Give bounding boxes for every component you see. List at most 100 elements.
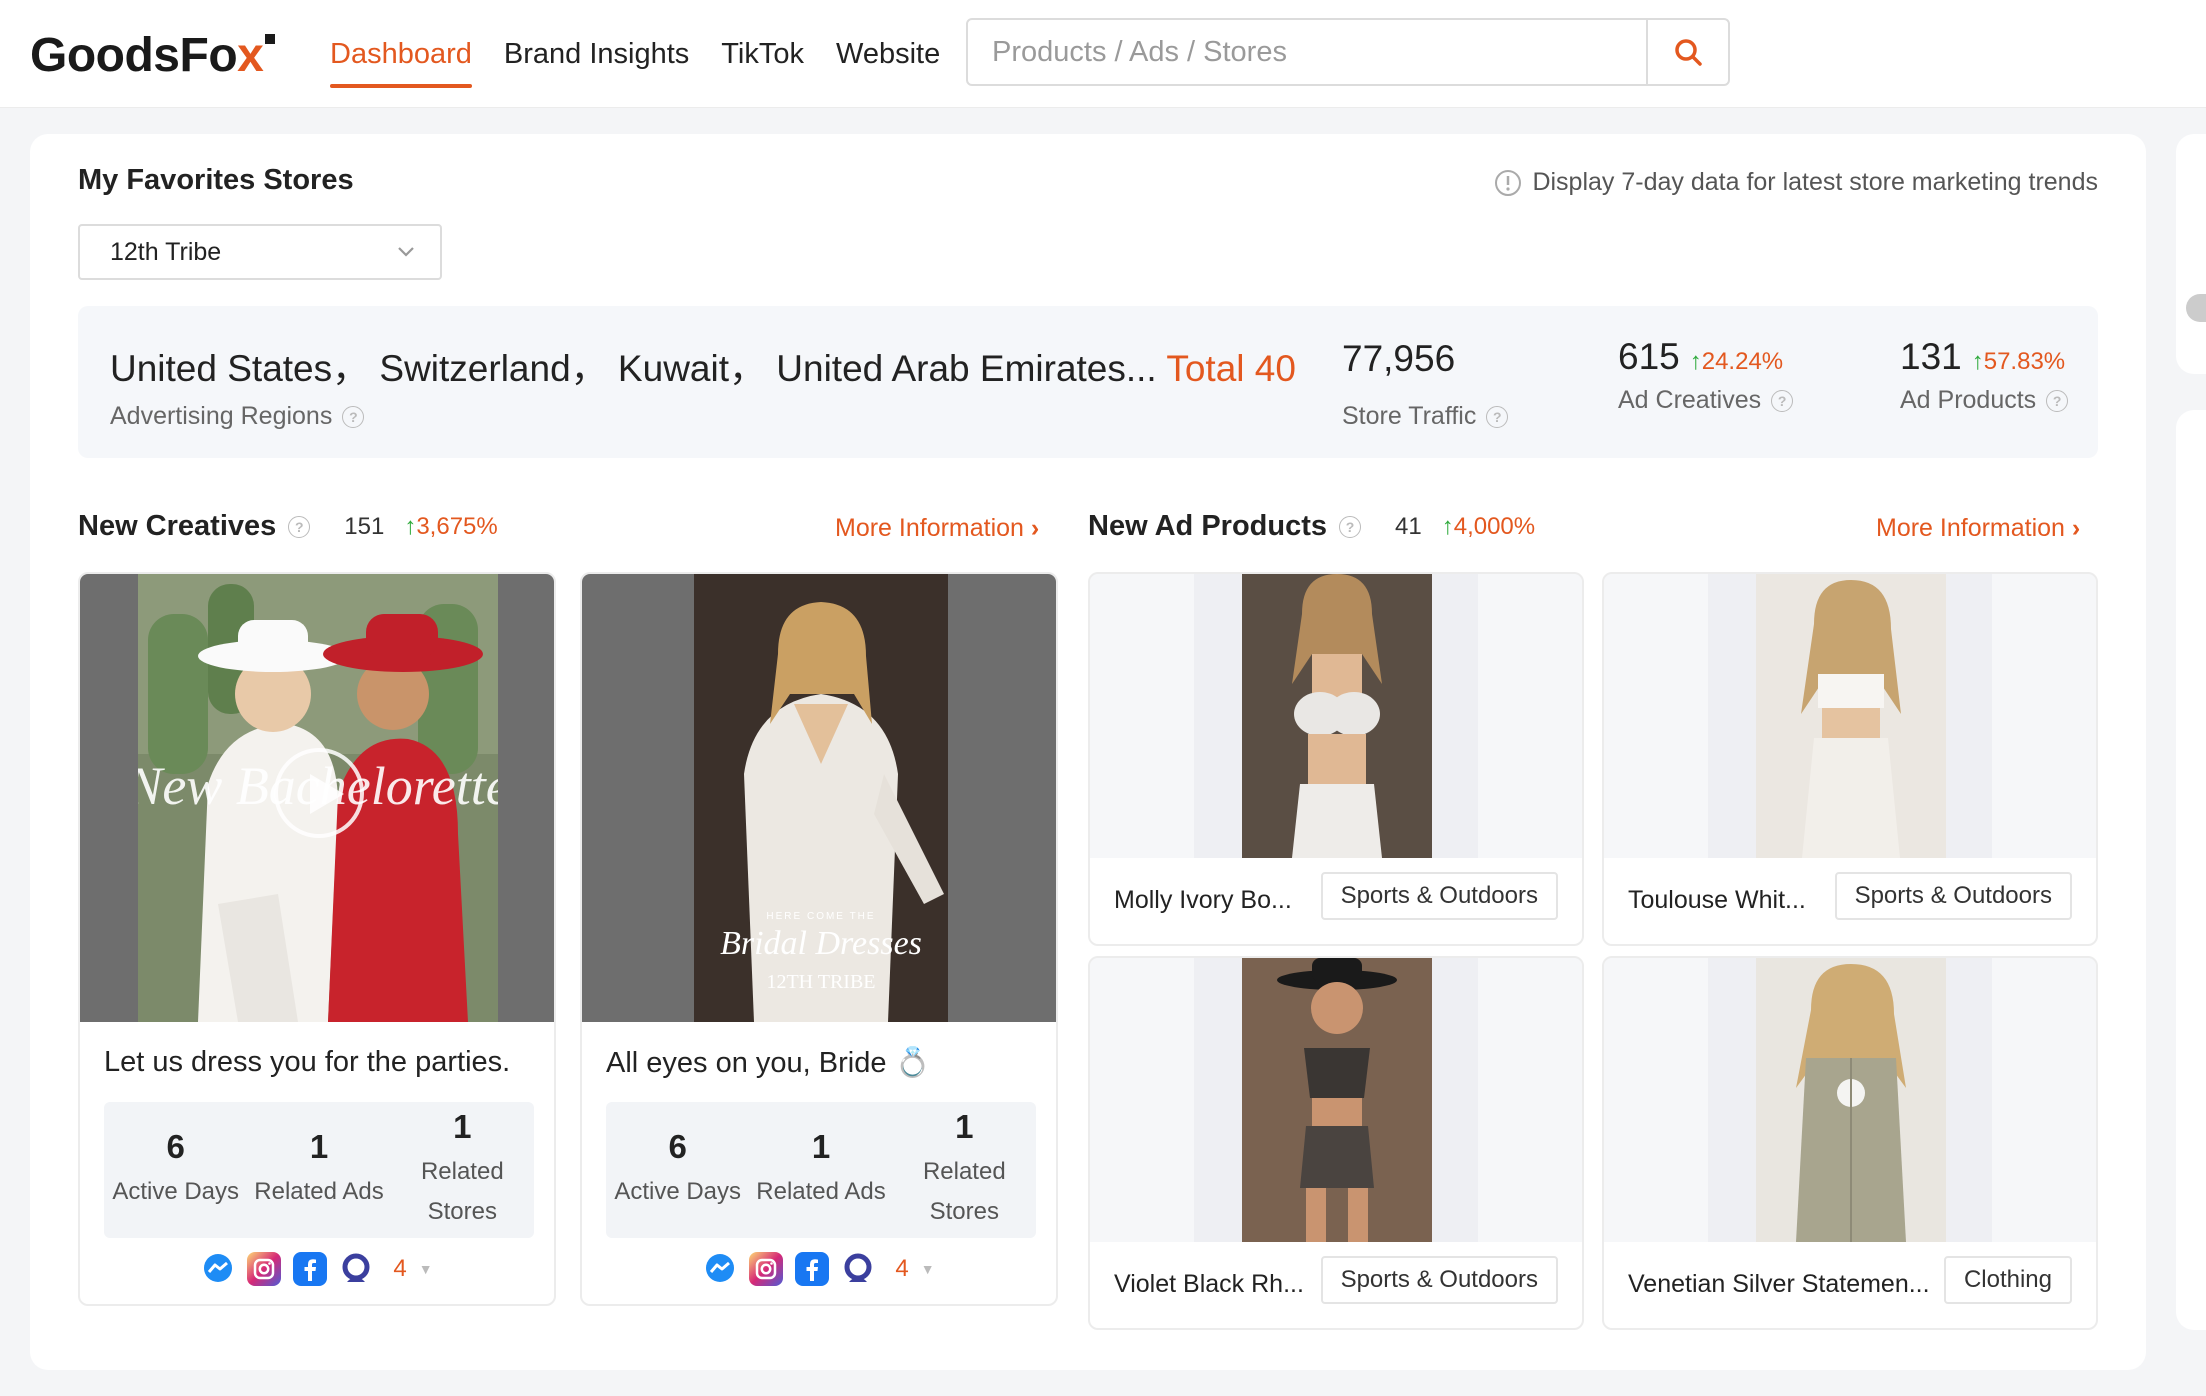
- arrow-up-icon: ↑: [1971, 348, 1984, 375]
- search-button[interactable]: [1646, 20, 1728, 84]
- creative-video-thumbnail[interactable]: New Bachelorette: [80, 574, 554, 1022]
- help-icon[interactable]: ?: [1339, 515, 1362, 538]
- messenger-icon[interactable]: [201, 1252, 235, 1286]
- new-creatives-title: New Creatives: [78, 510, 277, 542]
- product-name[interactable]: Venetian Silver Statemen...: [1628, 1270, 1930, 1299]
- messenger-icon[interactable]: [703, 1252, 737, 1286]
- new-ad-products-growth: ↑4,000%: [1442, 513, 1535, 541]
- advertising-regions-label-text: Advertising Regions: [110, 402, 333, 430]
- product-image: [1756, 958, 1946, 1242]
- instagram-icon[interactable]: [749, 1252, 784, 1286]
- product-card[interactable]: Molly Ivory Bo... Sports & Outdoors: [1088, 572, 1584, 946]
- product-card[interactable]: Venetian Silver Statemen... Clothing: [1602, 956, 2098, 1330]
- product-name[interactable]: Molly Ivory Bo...: [1114, 886, 1292, 915]
- image-backdrop: [1604, 958, 1708, 1242]
- new-creatives-more-link[interactable]: More Information ›: [835, 514, 1039, 543]
- product-name[interactable]: Violet Black Rh...: [1114, 1270, 1304, 1299]
- nav-website[interactable]: Website: [836, 0, 940, 108]
- image-backdrop: [1090, 958, 1194, 1242]
- image-backdrop: [1992, 574, 2096, 858]
- product-image-area[interactable]: [1604, 958, 2096, 1242]
- metric-label: Related Ads: [756, 1178, 886, 1205]
- platform-icons: 4 ▼: [80, 1252, 554, 1286]
- image-backdrop: [1992, 958, 2096, 1242]
- creative-metrics: 6 Active Days 1 Related Ads 1 Related Store…: [606, 1102, 1036, 1238]
- logo-accent: x: [237, 29, 264, 82]
- ad-products-growth: ↑57.83%: [1972, 348, 2065, 375]
- advertising-regions-label: Advertising Regions?: [110, 402, 365, 431]
- ad-creatives-label: Ad Creatives?: [1618, 386, 1794, 415]
- ad-products-label: Ad Products?: [1900, 386, 2069, 415]
- regions-total[interactable]: Total 40: [1166, 348, 1296, 389]
- favorites-panel: My Favorites Stores Display 7-day data f…: [30, 134, 2146, 1370]
- creative-card[interactable]: HERE COME THE Bridal Dresses 12TH TRIBE …: [580, 572, 1058, 1306]
- metric-label: Related Ads: [254, 1178, 384, 1205]
- creative-image: HERE COME THE Bridal Dresses 12TH TRIBE: [694, 574, 948, 1022]
- arrow-up-icon: ↑: [404, 512, 417, 540]
- metric-value: 6: [668, 1128, 687, 1165]
- search-input[interactable]: [968, 20, 1646, 84]
- product-image-area[interactable]: [1090, 958, 1582, 1242]
- creative-title: All eyes on you, Bride 💍: [606, 1047, 931, 1079]
- search-icon: [1675, 39, 1702, 66]
- metric-value: 1: [955, 1108, 974, 1145]
- arrow-up-icon: ↑: [1689, 348, 1702, 375]
- ad-products-label-text: Ad Products: [1900, 386, 2037, 414]
- product-image-area[interactable]: [1090, 574, 1582, 858]
- caret-down-icon[interactable]: ▼: [921, 1261, 935, 1277]
- nav-tiktok[interactable]: TikTok: [721, 0, 804, 108]
- new-creatives-header: New Creatives ? 151 ↑3,675%: [78, 510, 498, 543]
- product-card[interactable]: Violet Black Rh... Sports & Outdoors: [1088, 956, 1584, 1330]
- new-creatives-count: 151: [344, 512, 385, 540]
- product-image-area[interactable]: [1604, 574, 2096, 858]
- help-icon[interactable]: ?: [1486, 405, 1509, 428]
- platform-count[interactable]: 4: [895, 1255, 908, 1283]
- product-category-tag[interactable]: Clothing: [1943, 1256, 2072, 1304]
- product-category-tag[interactable]: Sports & Outdoors: [1320, 872, 1558, 920]
- product-name[interactable]: Toulouse Whit...: [1628, 886, 1806, 915]
- overlay-brand: 12TH TRIBE: [766, 971, 875, 993]
- goodsfox-logo[interactable]: GoodsFox: [30, 28, 276, 83]
- facebook-icon[interactable]: [293, 1252, 328, 1286]
- image-backdrop: [1090, 574, 1194, 858]
- help-icon[interactable]: ?: [1771, 389, 1794, 412]
- product-card[interactable]: Toulouse Whit... Sports & Outdoors: [1602, 572, 2098, 946]
- product-image: [1242, 958, 1432, 1242]
- caret-down-icon[interactable]: ▼: [419, 1261, 433, 1277]
- ad-creatives-growth: ↑24.24%: [1690, 348, 1783, 375]
- store-traffic-label: Store Traffic?: [1342, 402, 1509, 431]
- more-info-label: More Information: [1876, 514, 2065, 542]
- facebook-icon[interactable]: [795, 1252, 830, 1286]
- creative-card[interactable]: New Bachelorette Let us dress you for th…: [78, 572, 556, 1306]
- platform-count[interactable]: 4: [393, 1255, 406, 1283]
- logo-dot: [265, 34, 276, 44]
- side-scroll-handle[interactable]: [2186, 294, 2206, 322]
- new-ad-products-more-link[interactable]: More Information ›: [1876, 514, 2080, 543]
- play-icon[interactable]: [274, 748, 364, 838]
- help-icon[interactable]: ?: [2046, 389, 2069, 412]
- audience-network-icon[interactable]: [339, 1252, 373, 1286]
- nav-brand-insights[interactable]: Brand Insights: [504, 0, 689, 108]
- new-ad-products-count: 41: [1395, 512, 1422, 540]
- ad-creatives-label-text: Ad Creatives: [1618, 386, 1762, 414]
- nav-dashboard[interactable]: Dashboard: [330, 0, 472, 108]
- ad-creatives-number: 615: [1618, 336, 1680, 377]
- creative-image-thumbnail[interactable]: HERE COME THE Bridal Dresses 12TH TRIBE: [582, 574, 1056, 1022]
- product-category-tag[interactable]: Sports & Outdoors: [1834, 872, 2072, 920]
- help-icon[interactable]: ?: [342, 405, 365, 428]
- new-creatives-growth: ↑3,675%: [404, 513, 497, 541]
- ad-products-value: 131 ↑57.83%: [1900, 336, 2065, 378]
- overlay-title: Bridal Dresses: [720, 925, 922, 962]
- store-traffic-value: 77,956: [1342, 338, 1456, 379]
- instagram-icon[interactable]: [247, 1252, 282, 1286]
- side-panel-stub-lower: [2176, 410, 2206, 1330]
- image-backdrop: [1478, 574, 1582, 858]
- help-icon[interactable]: ?: [288, 515, 311, 538]
- metric-related-stores: 1 Related Stores: [893, 1102, 1036, 1238]
- metric-active-days: 6 Active Days: [606, 1102, 749, 1238]
- store-dropdown[interactable]: 12th Tribe: [78, 224, 442, 280]
- product-category-tag[interactable]: Sports & Outdoors: [1320, 1256, 1558, 1304]
- audience-network-icon[interactable]: [841, 1252, 875, 1286]
- metric-related-ads: 1 Related Ads: [247, 1102, 390, 1238]
- ad-creatives-value: 615 ↑24.24%: [1618, 336, 1783, 378]
